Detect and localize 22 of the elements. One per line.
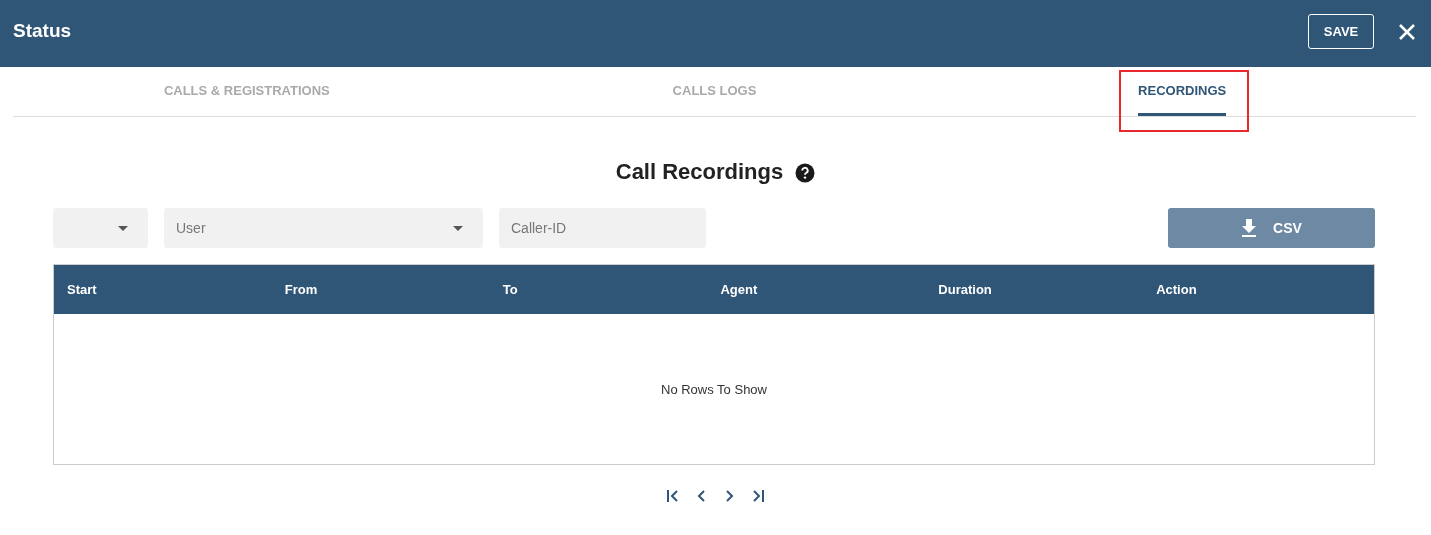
next-page-icon[interactable]	[724, 489, 734, 503]
column-header[interactable]: Action	[1156, 282, 1374, 297]
help-icon[interactable]	[795, 163, 816, 183]
window-title: Status	[13, 19, 72, 42]
column-header[interactable]: Agent	[720, 282, 939, 297]
column-header[interactable]: Duration	[938, 282, 1157, 297]
download-icon	[1241, 219, 1258, 237]
section-heading: Call Recordings	[615, 159, 784, 185]
column-header[interactable]: Start	[67, 282, 285, 297]
last-page-icon[interactable]	[751, 489, 765, 503]
user-dropdown[interactable]: User	[164, 208, 483, 248]
save-button[interactable]: SAVE	[1308, 14, 1374, 49]
column-header[interactable]: From	[284, 282, 503, 297]
caller-id-field[interactable]: Caller-ID	[499, 208, 706, 248]
caret-icon	[118, 225, 128, 231]
previous-page-icon[interactable]	[697, 489, 707, 503]
caret-icon	[453, 225, 463, 231]
tab[interactable]: RECORDINGS	[1138, 67, 1227, 116]
column-header[interactable]: To	[502, 282, 721, 297]
close-icon[interactable]	[1398, 22, 1416, 41]
first-page-icon[interactable]	[666, 489, 680, 503]
empty-message: No Rows To Show	[661, 381, 767, 397]
